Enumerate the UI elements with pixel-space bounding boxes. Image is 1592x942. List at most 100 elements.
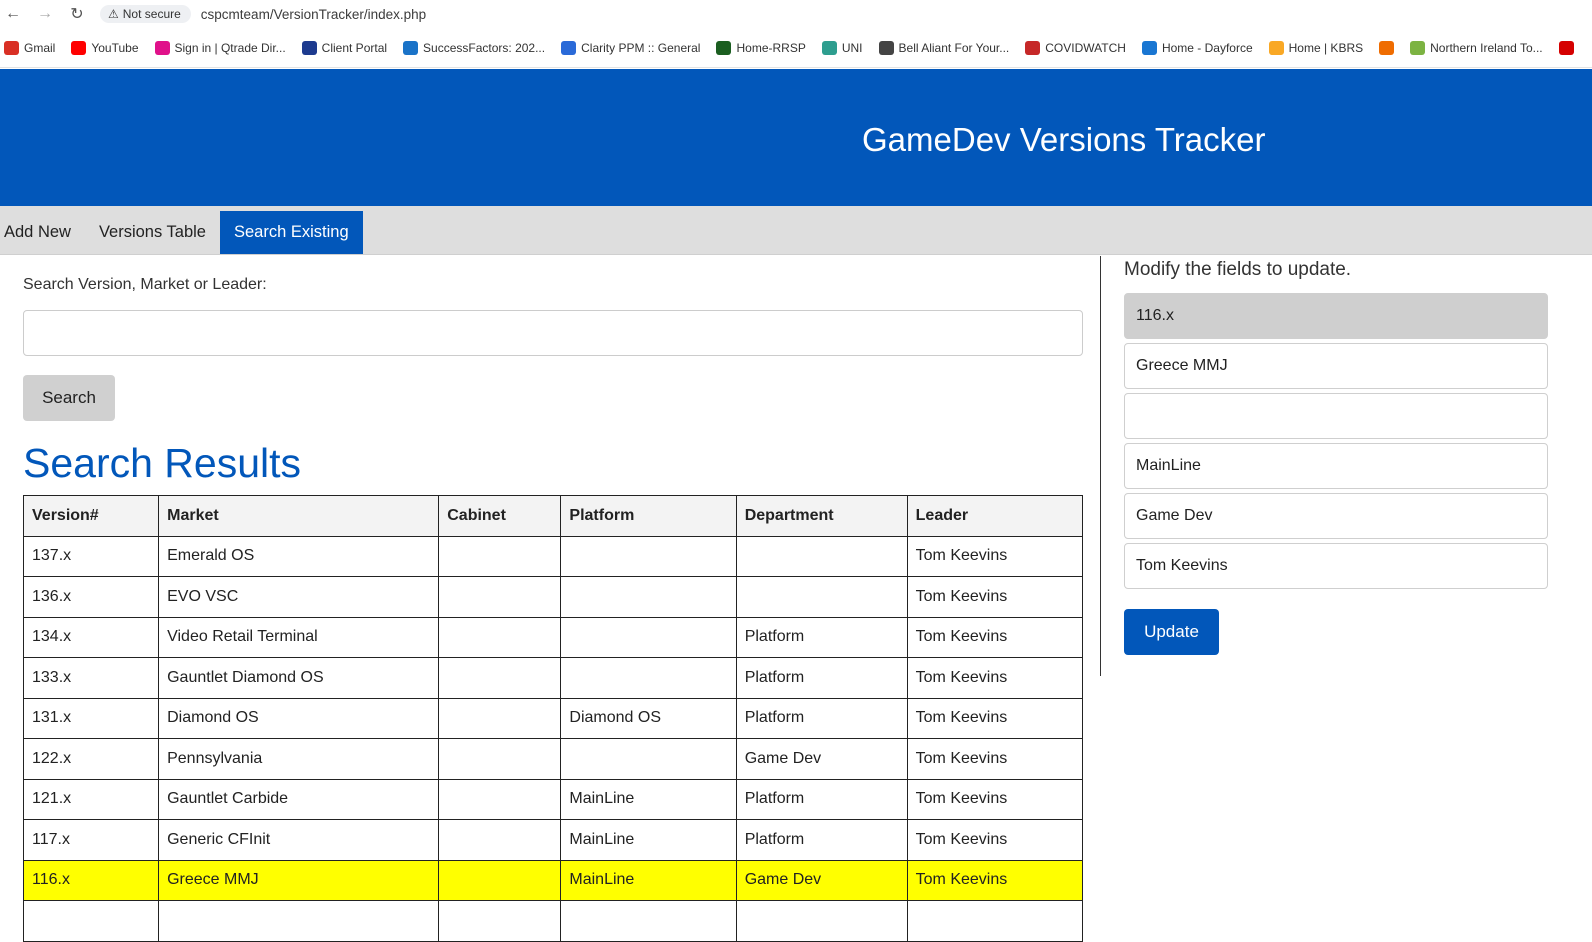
table-cell [735, 900, 908, 942]
ni-icon [1410, 40, 1426, 55]
edit-field[interactable] [1124, 343, 1548, 389]
bookmark-item[interactable]: Bell Aliant For Your... [878, 40, 1010, 55]
reload-icon[interactable]: ↻ [68, 5, 86, 23]
table-cell [158, 900, 440, 942]
table-row[interactable]: 136.x EVO VSC Tom Keevins [22, 576, 1084, 618]
table-cell: Generic CFInit [158, 819, 440, 861]
forward-arrow-icon[interactable]: → [36, 5, 54, 23]
search-button[interactable]: Search [23, 375, 115, 421]
table-cell [735, 535, 908, 577]
panel-divider [1100, 256, 1101, 676]
bookmark-item[interactable]: Northern Ireland To... [1410, 40, 1543, 55]
bookmark-item[interactable]: Home - Dayforce [1141, 40, 1253, 55]
table-row[interactable]: 131.x Diamond OS Diamond OS Platform Tom Kee… [22, 697, 1084, 739]
bookmark-item[interactable]: Clarity PPM :: General [561, 40, 701, 55]
edit-field[interactable] [1124, 493, 1548, 539]
table-row[interactable]: 117.x Generic CFInit MainLine Platform Tom K… [22, 819, 1084, 861]
table-cell [560, 576, 737, 618]
column-header[interactable]: Leader [906, 495, 1084, 537]
update-button[interactable]: Update [1124, 609, 1219, 655]
bookmark-item[interactable]: Home | KBRS [1268, 40, 1363, 55]
table-cell: 122.x [22, 738, 160, 780]
table-cell: Emerald OS [158, 535, 440, 577]
search-input[interactable] [23, 310, 1083, 356]
omnibox[interactable]: ⚠ Not secure cspcmteam/VersionTracker/in… [100, 2, 426, 26]
table-cell: Video Retail Terminal [158, 616, 440, 658]
table-cell [438, 738, 562, 780]
page-title: GameDev Versions Tracker [862, 121, 1266, 158]
bookmark-label: Bell Aliant For Your... [898, 40, 1010, 55]
table-cell: Platform [735, 616, 908, 658]
table-row[interactable]: 134.x Video Retail Terminal Platform Tom Ke… [22, 616, 1084, 658]
table-row[interactable]: 133.x Gauntlet Diamond OS Platform Tom Keev… [22, 657, 1084, 699]
ev-icon [1379, 40, 1395, 55]
column-header[interactable]: Platform [560, 495, 737, 537]
results-heading: Search Results [23, 440, 302, 486]
table-cell: Tom Keevins [906, 778, 1084, 820]
table-cell: Tom Keevins [906, 697, 1084, 739]
bookmark-item[interactable]: Client Portal [301, 40, 387, 55]
edit-instructions: Modify the fields to update. [1124, 259, 1352, 280]
bookmark-label: Northern Ireland To... [1430, 40, 1543, 55]
security-indicator[interactable]: ⚠ Not secure [100, 5, 191, 23]
edit-field[interactable] [1124, 543, 1548, 589]
table-cell: Platform [735, 657, 908, 699]
table-cell: 121.x [22, 778, 160, 820]
column-header[interactable]: Market [158, 495, 440, 537]
table-cell [438, 657, 562, 699]
table-cell: Diamond OS [158, 697, 440, 739]
bookmark-label: Clarity PPM :: General [581, 40, 701, 55]
table-cell: EVO VSC [158, 576, 440, 618]
bookmark-item[interactable]: SuccessFactors: 202... [403, 40, 546, 55]
youtube-icon [71, 40, 87, 55]
table-cell [560, 616, 737, 658]
table-cell: 116.x [22, 859, 160, 901]
table-cell [438, 697, 562, 739]
bookmark-label: Home-RRSP [736, 40, 806, 55]
table-cell: MainLine [560, 819, 737, 861]
table-cell: Greece MMJ [158, 859, 440, 901]
bookmark-item[interactable]: Gmail [4, 40, 55, 55]
table-row[interactable]: 116.x Greece MMJ MainLine Game Dev Tom Keevi… [22, 859, 1084, 901]
app-header [0, 69, 1592, 206]
column-header[interactable]: Version# [22, 495, 160, 537]
table-cell: 133.x [22, 657, 160, 699]
bookmark-item[interactable] [1379, 40, 1395, 55]
tab-add-new[interactable]: Add New [0, 206, 85, 254]
url-text[interactable]: cspcmteam/VersionTracker/index.php [201, 7, 426, 22]
table-cell: MainLine [560, 859, 737, 901]
bookmark-label: COVIDWATCH [1045, 40, 1126, 55]
kbrs-icon [1268, 40, 1284, 55]
security-label: Not secure [122, 7, 181, 21]
tab-versions-table[interactable]: Versions Table [85, 206, 220, 254]
bookmark-label: SuccessFactors: 202... [423, 40, 546, 55]
table-cell: Game Dev [735, 859, 908, 901]
edit-field[interactable] [1124, 393, 1548, 439]
table-cell: Diamond OS [560, 697, 737, 739]
table-cell: Tom Keevins [906, 657, 1084, 699]
bookmark-item[interactable]: COVIDWATCH [1025, 40, 1126, 55]
clarity-icon [561, 40, 577, 55]
table-row[interactable]: 122.x Pennsylvania Game Dev Tom Keevins [22, 738, 1084, 780]
column-header[interactable]: Cabinet [438, 495, 562, 537]
table-row[interactable]: 137.x Emerald OS Tom Keevins [22, 535, 1084, 577]
tab-search-existing[interactable]: Search Existing [219, 211, 363, 254]
table-cell: Tom Keevins [906, 859, 1084, 901]
table-cell [906, 900, 1084, 942]
table-cell [438, 900, 562, 942]
bookmark-item[interactable]: UNI [821, 40, 863, 55]
table-row[interactable]: 121.x Gauntlet Carbide MainLine Platform Tom… [22, 778, 1084, 820]
bookmark-item[interactable]: Home-RRSP [716, 40, 806, 55]
bookmark-item[interactable]: YouTube [71, 40, 139, 55]
table-cell [438, 819, 562, 861]
table-row[interactable] [22, 900, 1084, 942]
bookmark-item[interactable] [1558, 40, 1574, 55]
bookmark-item[interactable]: Sign in | Qtrade Dir... [154, 40, 286, 55]
table-cell: 117.x [22, 819, 160, 861]
back-arrow-icon[interactable]: ← [4, 5, 22, 23]
nav-tabs: Add New Versions Table Search Existing [0, 206, 1592, 255]
sf-icon [403, 40, 419, 55]
edit-field[interactable] [1124, 443, 1548, 489]
table-cell [560, 657, 737, 699]
column-header[interactable]: Department [735, 495, 908, 537]
